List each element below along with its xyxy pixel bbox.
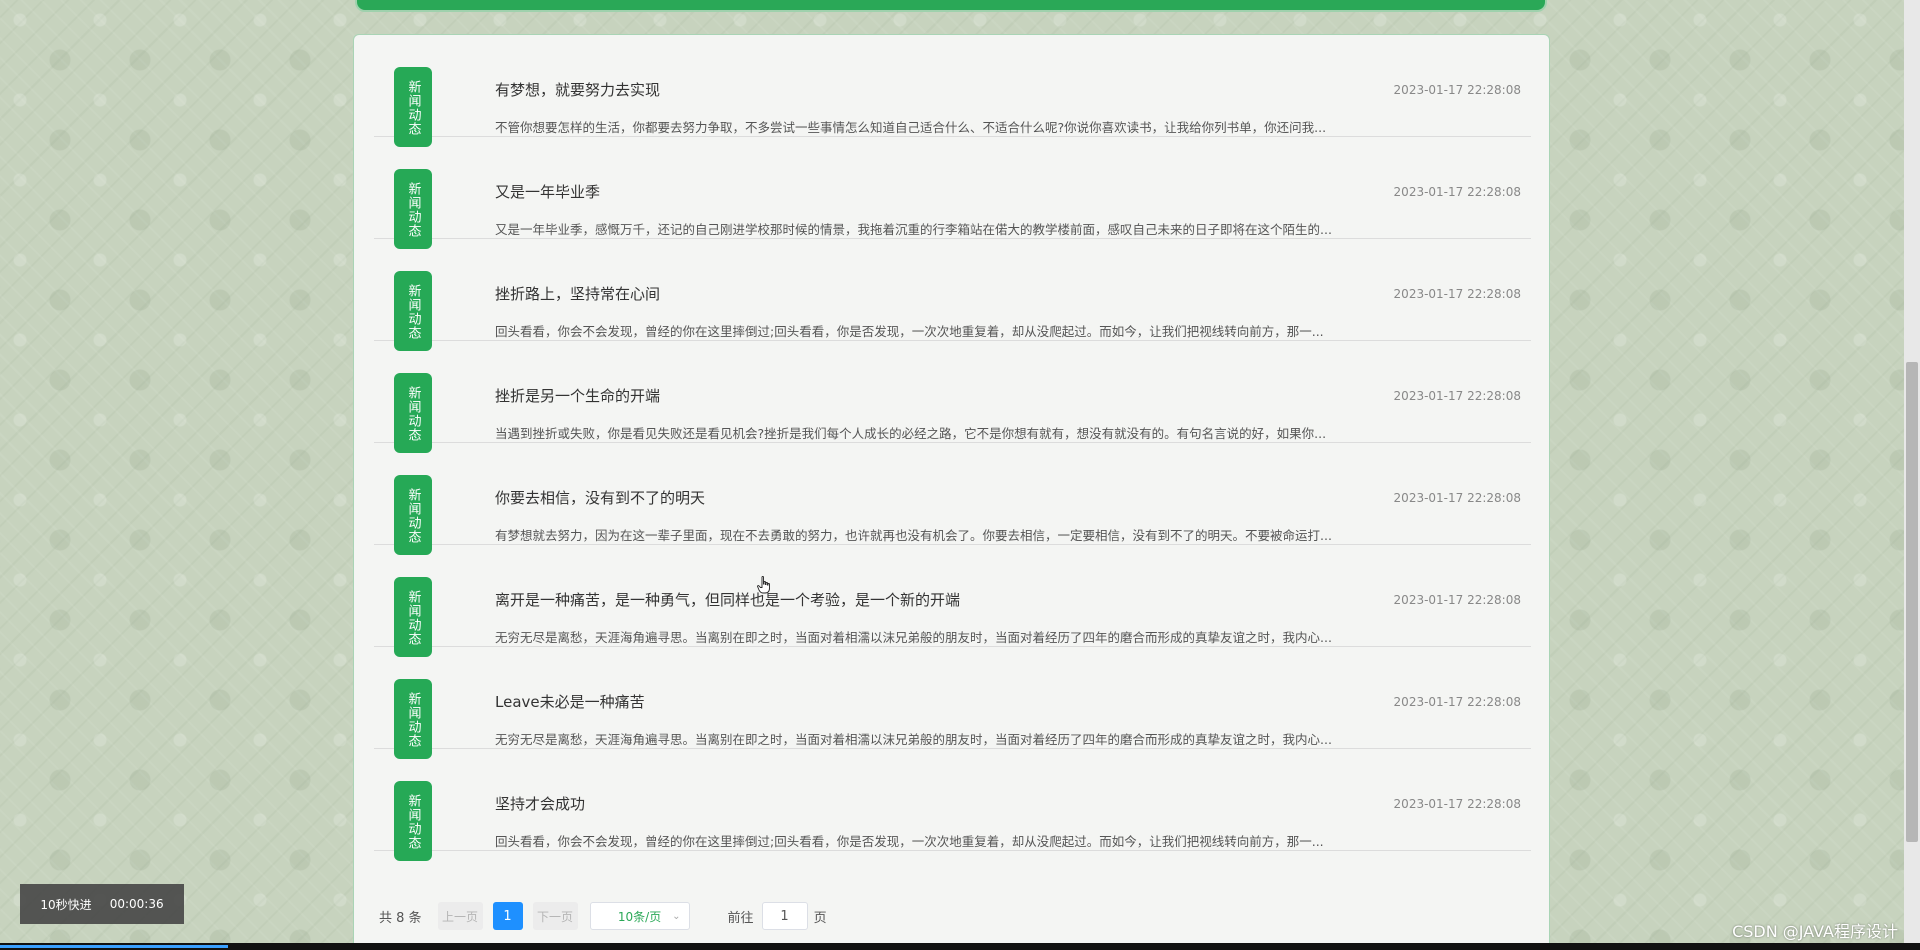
scrollbar-thumb[interactable] (1906, 362, 1918, 842)
news-badge: 新闻动态 (394, 577, 432, 657)
news-summary: 当遇到挫折或失败，你是看见失败还是看见机会?挫折是我们每个人成长的必经之路，它不… (495, 426, 1327, 441)
news-summary: 又是一年毕业季，感慨万千，还记的自己刚进学校那时候的情景，我拖着沉重的行李箱站在… (495, 222, 1332, 237)
news-badge: 新闻动态 (394, 781, 432, 861)
news-title[interactable]: 有梦想，就要努力去实现 (495, 79, 660, 100)
news-panel: 新闻动态 有梦想，就要努力去实现 2023-01-17 22:28:08 不管你… (353, 34, 1550, 950)
news-item[interactable]: 新闻动态 有梦想，就要努力去实现 2023-01-17 22:28:08 不管你… (374, 35, 1531, 147)
news-summary: 无穷无尽是离愁，天涯海角遍寻思。当离别在即之时，当面对着相濡以沫兄弟般的朋友时，… (495, 630, 1332, 645)
seek-label: 10秒快进 (40, 897, 92, 912)
news-title[interactable]: 挫折路上，坚持常在心间 (495, 283, 660, 304)
news-date: 2023-01-17 22:28:08 (1393, 83, 1521, 97)
news-summary: 有梦想就去努力，因为在这一辈子里面，现在不去勇敢的努力，也许就再也没有机会了。你… (495, 528, 1332, 543)
page-suffix-label: 页 (813, 910, 827, 926)
news-date: 2023-01-17 22:28:08 (1393, 185, 1521, 199)
news-date: 2023-01-17 22:28:08 (1393, 491, 1521, 505)
news-title[interactable]: 离开是一种痛苦，是一种勇气，但同样也是一个考验，是一个新的开端 (495, 589, 960, 610)
seek-time: 00:00:36 (109, 897, 164, 911)
news-badge: 新闻动态 (394, 67, 432, 147)
news-summary: 不管你想要怎样的生活，你都要去努力争取，不多尝试一些事情怎么知道自己适合什么、不… (495, 120, 1327, 135)
page-size-select[interactable]: 10条/页 ⌄ (589, 902, 690, 930)
news-item[interactable]: 新闻动态 Leave未必是一种痛苦 2023-01-17 22:28:08 无穷… (374, 647, 1531, 759)
news-item[interactable]: 新闻动态 挫折是另一个生命的开端 2023-01-17 22:28:08 当遇到… (374, 341, 1531, 453)
news-date: 2023-01-17 22:28:08 (1393, 287, 1521, 301)
news-badge: 新闻动态 (394, 475, 432, 555)
goto-page-input[interactable] (761, 902, 808, 930)
news-item[interactable]: 新闻动态 挫折路上，坚持常在心间 2023-01-17 22:28:08 回头看… (374, 239, 1531, 351)
news-badge: 新闻动态 (394, 169, 432, 249)
news-date: 2023-01-17 22:28:08 (1393, 593, 1521, 607)
chevron-down-icon: ⌄ (672, 910, 681, 922)
news-badge: 新闻动态 (394, 373, 432, 453)
news-badge: 新闻动态 (394, 679, 432, 759)
news-date: 2023-01-17 22:28:08 (1393, 797, 1521, 811)
top-banner-bar (355, 0, 1547, 12)
news-list: 新闻动态 有梦想，就要努力去实现 2023-01-17 22:28:08 不管你… (374, 35, 1531, 861)
news-title[interactable]: 坚持才会成功 (495, 793, 585, 814)
news-item[interactable]: 新闻动态 离开是一种痛苦，是一种勇气，但同样也是一个考验，是一个新的开端 202… (374, 545, 1531, 657)
news-item[interactable]: 新闻动态 坚持才会成功 2023-01-17 22:28:08 回头看看，你会不… (374, 749, 1531, 861)
watermark: CSDN @JAVA程序设计 (1732, 922, 1898, 941)
prev-page-button[interactable]: 上一页 (437, 902, 483, 930)
next-page-button[interactable]: 下一页 (532, 902, 578, 930)
news-title[interactable]: 挫折是另一个生命的开端 (495, 385, 660, 406)
pagination-total: 共 8 条 (379, 910, 422, 926)
page-number-current[interactable]: 1 (492, 902, 523, 930)
video-progress-bar[interactable] (0, 943, 1920, 950)
hand-cursor-icon (757, 576, 770, 594)
page-scrollbar[interactable] (1904, 0, 1920, 950)
news-title[interactable]: 又是一年毕业季 (495, 181, 600, 202)
news-title[interactable]: Leave未必是一种痛苦 (495, 691, 645, 712)
news-title[interactable]: 你要去相信，没有到不了的明天 (495, 487, 705, 508)
news-item[interactable]: 新闻动态 又是一年毕业季 2023-01-17 22:28:08 又是一年毕业季… (374, 137, 1531, 249)
goto-label: 前往 (727, 910, 754, 926)
news-date: 2023-01-17 22:28:08 (1393, 695, 1521, 709)
news-summary: 回头看看，你会不会发现，曾经的你在这里摔倒过;回头看看，你是否发现，一次次地重复… (495, 834, 1324, 849)
video-seek-tooltip: 10秒快进 00:00:36 (20, 884, 184, 924)
news-badge: 新闻动态 (394, 271, 432, 351)
page-size-label: 10条/页 (617, 909, 662, 924)
pagination: 共 8 条 上一页 1 下一页 10条/页 ⌄ 前往 页 (379, 902, 827, 930)
news-item[interactable]: 新闻动态 你要去相信，没有到不了的明天 2023-01-17 22:28:08 … (374, 443, 1531, 555)
news-summary: 回头看看，你会不会发现，曾经的你在这里摔倒过;回头看看，你是否发现，一次次地重复… (495, 324, 1324, 339)
video-progress-fill (0, 945, 228, 948)
news-date: 2023-01-17 22:28:08 (1393, 389, 1521, 403)
news-summary: 无穷无尽是离愁，天涯海角遍寻思。当离别在即之时，当面对着相濡以沫兄弟般的朋友时，… (495, 732, 1332, 747)
